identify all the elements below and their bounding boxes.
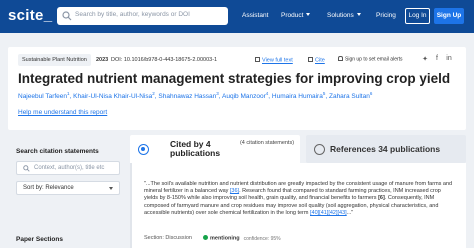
nav-solutions-label: Solutions [327, 12, 354, 19]
tab-references[interactable]: References 34 publications [306, 135, 466, 163]
scite-logo[interactable]: scite_ [8, 7, 52, 24]
author-sup: 2 [152, 91, 155, 96]
author-name: Najeebul Tarfeen [18, 93, 68, 101]
cited-by-icon [138, 144, 149, 155]
doi: DOI: 10.1016/b978-0-443-18675-2.00003-1 [111, 57, 218, 63]
paper-header: Sustainable Plant Nutrition 2023 DOI: 10… [8, 47, 466, 130]
citation-section: Section: Discussion [144, 235, 192, 241]
global-search-input[interactable]: Search by title, author, keywords or DOI [57, 7, 228, 25]
paper-sections-heading: Paper Sections [16, 236, 63, 243]
author-link[interactable]: Zahara Sultan6 [328, 91, 373, 101]
reference-link[interactable]: [36] [230, 188, 239, 194]
author-name: Zahara Sultan [328, 93, 370, 101]
view-full-text-label: View full text [262, 57, 293, 64]
top-nav: scite_ Search by title, author, keywords… [0, 0, 474, 33]
email-alert-signup[interactable]: Sign up to set email alerts [338, 56, 403, 63]
nav-solutions[interactable]: Solutions [327, 12, 361, 19]
citation-type-badge: mentioning confidence: 95% [203, 235, 281, 242]
citation-type: mentioning [210, 235, 240, 242]
search-icon [62, 11, 72, 21]
signup-button[interactable]: Sign Up [434, 8, 464, 24]
author-link[interactable]: Auqib Manzoor4 [222, 91, 269, 101]
citation-excerpt: "...The soil's available nutrition and n… [144, 181, 456, 217]
twitter-icon[interactable]: ✦ [421, 55, 429, 63]
confidence: confidence: 95% [243, 235, 281, 242]
tab-cited-by[interactable]: Cited by 4 publications (4 citation stat… [130, 135, 300, 163]
cited-by-label: Cited by 4 publications [170, 139, 221, 158]
nav-product[interactable]: Product [281, 12, 311, 19]
linkedin-icon[interactable]: in [445, 55, 453, 62]
highlighted-reference: [6] [378, 195, 385, 202]
author-link[interactable]: Humaira Humaira5 [271, 91, 326, 101]
email-alert-label: Sign up to set email alerts [345, 56, 403, 63]
references-icon [314, 144, 325, 155]
author-sup: 5 [322, 91, 326, 96]
nav-product-label: Product [281, 12, 304, 19]
cite-label: Cite [315, 57, 325, 64]
search-placeholder: Search by title, author, keywords or DOI [75, 11, 190, 18]
nav-assistant[interactable]: Assistant [242, 12, 268, 19]
author-link[interactable]: Khair-Ul-Nisa Khair-Ul-Nisa2 [73, 91, 155, 101]
chevron-down-icon [306, 13, 311, 16]
citation-statement-count: (4 citation statements) [239, 140, 295, 146]
author-list: Najeebul Tarfeen1, Khair-Ul-Nisa Khair-U… [18, 91, 373, 101]
excerpt-text: ..." [346, 209, 354, 216]
search-citations-heading: Search citation statements [16, 148, 99, 155]
author-sup: 3 [216, 91, 219, 96]
card-divider [130, 163, 132, 248]
author-link[interactable]: Shahnawaz Hassan3 [158, 91, 219, 101]
author-sup: 1 [67, 91, 70, 96]
author-link[interactable]: Najeebul Tarfeen1 [18, 91, 70, 101]
chevron-down-icon [109, 187, 113, 190]
journal-tag[interactable]: Sustainable Plant Nutrition [18, 54, 91, 66]
sort-select[interactable]: Sort by: Relevance [16, 181, 120, 195]
author-name: Shahnawaz Hassan [158, 93, 217, 101]
nav-pricing[interactable]: Pricing [376, 12, 396, 19]
author-name: Auqib Manzoor [222, 93, 266, 101]
paper-title: Integrated nutrient management strategie… [18, 71, 451, 86]
reference-link[interactable]: [40][41][42][43] [310, 210, 347, 216]
help-link[interactable]: Help me understand this report [18, 109, 107, 116]
view-full-text-link[interactable]: View full text [255, 57, 293, 64]
quote-icon [308, 57, 313, 62]
author-sup: 6 [369, 91, 373, 96]
mentioning-icon [203, 235, 208, 240]
chevron-down-icon [356, 13, 361, 16]
citation-search-input[interactable]: Context, author(s), title etc [16, 161, 120, 175]
sort-label: Sort by: Relevance [23, 185, 74, 191]
citation-sidebar: Search citation statements Context, auth… [8, 138, 120, 248]
references-label: References 34 publications [330, 144, 441, 154]
cite-link[interactable]: Cite [308, 57, 325, 64]
author-sup: 4 [265, 91, 269, 96]
publication-year: 2023 [96, 57, 109, 63]
search-icon [23, 165, 30, 172]
login-button[interactable]: Log In [405, 8, 430, 24]
author-name: Humaira Humaira [271, 93, 323, 101]
external-link-icon [255, 57, 260, 62]
citation-search-placeholder: Context, author(s), title etc [34, 165, 105, 171]
bell-icon [338, 56, 343, 61]
author-name: Khair-Ul-Nisa Khair-Ul-Nisa [73, 93, 153, 101]
facebook-icon[interactable]: f [433, 55, 441, 62]
